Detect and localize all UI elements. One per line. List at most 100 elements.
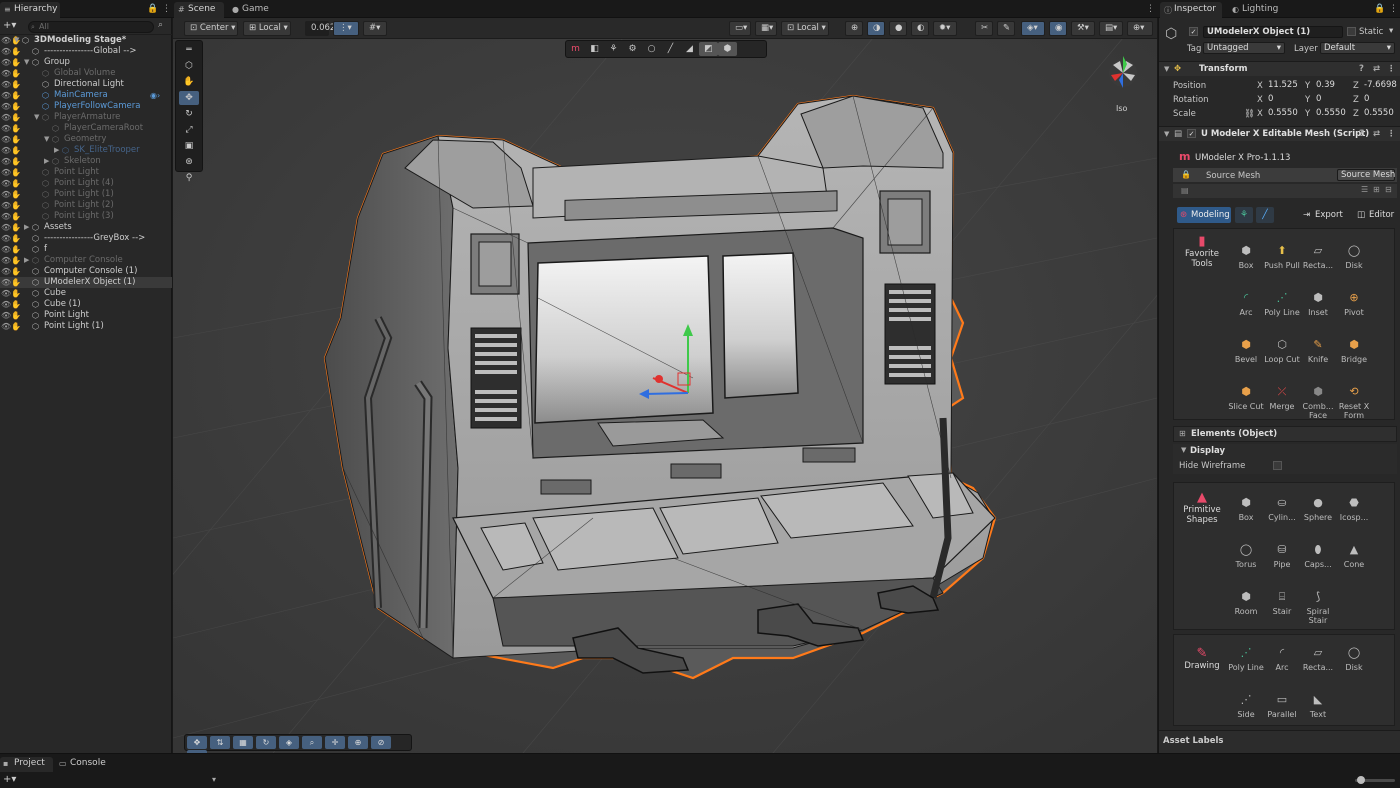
- align-icon[interactable]: ⇅: [210, 736, 230, 749]
- visibility-eye-icon[interactable]: 👁✋: [1, 222, 21, 233]
- tab-game[interactable]: ● Game: [228, 2, 278, 18]
- hierarchy-row[interactable]: 👁✋ ⬡ Cube (1): [0, 299, 172, 310]
- hierarchy-row[interactable]: 👁✋ ▶ ⬡ Assets: [0, 222, 172, 233]
- rect-tool-icon[interactable]: ▣: [179, 139, 199, 153]
- rotation-x-input[interactable]: 0: [1265, 94, 1303, 106]
- scale-tool-icon[interactable]: ⤢: [179, 123, 199, 137]
- visibility-eye-icon[interactable]: 👁✋: [1, 255, 21, 266]
- tool-button[interactable]: ⟆ Spiral Stair: [1300, 589, 1336, 625]
- elements-header[interactable]: ⊞ Elements (Object): [1173, 426, 1397, 442]
- hierarchy-row[interactable]: 👁✋ ▼ ⬡ Group: [0, 57, 172, 68]
- constrain-proportions-icon[interactable]: ⛓: [1244, 109, 1255, 119]
- scene-viewport[interactable]: [173, 18, 1157, 753]
- foldout-arrow-icon[interactable]: ▶: [24, 255, 29, 266]
- tool-button[interactable]: ◜ Arc: [1264, 645, 1300, 672]
- draw-mode-button[interactable]: ▭▾: [729, 21, 751, 36]
- foldout-arrow-icon[interactable]: ▶: [44, 156, 49, 167]
- hierarchy-row[interactable]: 👁✋ ⬡ Point Light (1): [0, 321, 172, 332]
- face-mode-icon[interactable]: ◢: [680, 42, 699, 56]
- foldout-arrow-icon[interactable]: ▼: [34, 112, 39, 123]
- visibility-eye-icon[interactable]: 👁✋: [1, 200, 21, 211]
- visibility-eye-icon[interactable]: 👁✋: [1, 134, 21, 145]
- rotation-y-input[interactable]: 0: [1313, 94, 1351, 106]
- grid-visibility-button[interactable]: #▾: [363, 21, 387, 36]
- export-button[interactable]: ⇥ Export: [1301, 207, 1351, 223]
- custom-tool-icon[interactable]: ⚲: [179, 171, 199, 185]
- hierarchy-row[interactable]: 👁✋ ⬡ Point Light (4): [0, 178, 172, 189]
- disable-icon[interactable]: ⊘: [371, 736, 391, 749]
- scene-view[interactable]: ⊡ Center ▾ ⊞ Local ▾ 0.062 ⋮▾ #▾ ▭▾ ▦▾ ⊡…: [173, 18, 1157, 753]
- tool-button[interactable]: ⛀ Cylin...: [1264, 495, 1300, 522]
- hierarchy-row[interactable]: 👁✋ ⬡ f: [0, 244, 172, 255]
- visibility-eye-icon[interactable]: 👁✋: [1, 233, 21, 244]
- visibility-eye-icon[interactable]: 👁✋: [1, 266, 21, 277]
- hierarchy-row[interactable]: 👁✋ ⬡ Point Light: [0, 310, 172, 321]
- vertex-mode-icon[interactable]: ○: [642, 42, 661, 56]
- pivot-space-dropdown[interactable]: ⊞ Local ▾: [243, 21, 291, 36]
- visibility-eye-icon[interactable]: ◉: [1049, 21, 1067, 36]
- hierarchy-row[interactable]: 👁✋ ▶ ⬡ Skeleton: [0, 156, 172, 167]
- modeling-tab[interactable]: ⊛ Modeling: [1177, 207, 1231, 223]
- visibility-eye-icon[interactable]: 👁✋: [1, 244, 21, 255]
- tool-button[interactable]: ⟲ Reset X Form: [1336, 384, 1372, 420]
- move-icon[interactable]: ✥: [187, 736, 207, 749]
- view-tool-icon[interactable]: ⬡: [179, 59, 199, 73]
- visibility-eye-icon[interactable]: 👁✋: [1, 321, 21, 332]
- foldout-arrow-icon[interactable]: ▼: [44, 134, 49, 145]
- help-icon[interactable]: ?: [1359, 62, 1364, 76]
- tool-button[interactable]: ⬣ Icosp...: [1336, 495, 1372, 522]
- brush-tab[interactable]: ╱: [1256, 207, 1274, 223]
- tool-button[interactable]: ⬢ Inset: [1300, 290, 1336, 317]
- shaded-mode-icon[interactable]: ◑: [867, 21, 885, 36]
- tools-icon[interactable]: ✎: [997, 21, 1015, 36]
- hierarchy-row[interactable]: 👁✋ ▼ ⬡ Geometry: [0, 134, 172, 145]
- hierarchy-row[interactable]: 👁✋ ⬡ ----------------GreyBox -->: [0, 233, 172, 244]
- tool-button[interactable]: ✎ Knife: [1300, 337, 1336, 364]
- layers-icon[interactable]: ◈▾: [1021, 21, 1045, 36]
- right-space-dropdown[interactable]: ⊡ Local ▾: [781, 21, 829, 36]
- tool-button[interactable]: ⬢ Slice Cut: [1228, 384, 1264, 411]
- visibility-eye-icon[interactable]: 👁✋: [1, 101, 21, 112]
- list-view-icon[interactable]: ☰: [1361, 185, 1368, 194]
- hierarchy-row[interactable]: 👁✋ ⬡ Computer Console (1): [0, 266, 172, 277]
- foldout-arrow-icon[interactable]: ▼: [24, 57, 29, 68]
- settings-gear-icon[interactable]: ⚙: [623, 42, 642, 56]
- visibility-eye-icon[interactable]: 👁✋: [1, 299, 21, 310]
- position-z-input[interactable]: -7.6698: [1361, 80, 1399, 92]
- tool-button[interactable]: ◯ Torus: [1228, 542, 1264, 569]
- pivot-mode-dropdown[interactable]: ⊡ Center ▾: [184, 21, 238, 36]
- layers-icon[interactable]: ◈: [279, 736, 299, 749]
- presets-icon[interactable]: ⇄: [1373, 127, 1380, 141]
- tool-button[interactable]: ◜ Arc: [1228, 290, 1264, 317]
- visibility-eye-icon[interactable]: 👁✋: [1, 178, 21, 189]
- script-component-header[interactable]: ▼ ▤ ✓ U Modeler X Editable Mesh (Script)…: [1159, 126, 1400, 141]
- element-mode-icon[interactable]: ◩: [699, 42, 718, 56]
- lit-sphere-icon[interactable]: ●: [889, 21, 907, 36]
- tab-project[interactable]: ▪ Project: [0, 757, 53, 772]
- hierarchy-row[interactable]: 👁✋ ▶ ⬡ Computer Console: [0, 255, 172, 266]
- camera-gizmo-icon[interactable]: ◉›: [150, 90, 160, 101]
- tool-button[interactable]: ▱ Recta...: [1300, 243, 1336, 270]
- static-dropdown-icon[interactable]: ▾: [1389, 26, 1393, 36]
- hierarchy-row[interactable]: 👁✋ ⬡ UModelerX Object (1): [0, 277, 172, 288]
- grid-snap-icon[interactable]: ▦: [233, 736, 253, 749]
- hierarchy-row[interactable]: 👁✋ ⬡ Cube: [0, 288, 172, 299]
- tool-button[interactable]: ⤫ Merge: [1264, 384, 1300, 411]
- tool-button[interactable]: ⋰ Poly Line: [1264, 290, 1300, 317]
- lock-icon[interactable]: 🔒: [147, 4, 158, 14]
- component-enabled-checkbox[interactable]: ✓: [1187, 129, 1196, 138]
- visibility-eye-icon[interactable]: 👁✋: [1, 68, 21, 79]
- umodeler-logo-icon[interactable]: m: [566, 42, 585, 56]
- object-select-icon[interactable]: ⬢: [718, 42, 737, 56]
- tool-button[interactable]: ⬢ Bevel: [1228, 337, 1264, 364]
- context-menu-icon[interactable]: ⋮: [1387, 127, 1396, 141]
- scene-settings-icon[interactable]: ⊕▾: [1127, 21, 1153, 36]
- hierarchy-row[interactable]: 👁✋ ⬡ ----------------Global -->: [0, 46, 172, 57]
- tool-button[interactable]: ▱ Recta...: [1300, 645, 1336, 672]
- effects-icon[interactable]: ✂: [975, 21, 993, 36]
- tag-dropdown[interactable]: Untagged ▾: [1203, 42, 1285, 54]
- tool-button[interactable]: ◯ Disk: [1336, 243, 1372, 270]
- visibility-eye-icon[interactable]: 👁✋: [1, 90, 21, 101]
- more-menu-icon[interactable]: ⋮: [162, 4, 171, 14]
- rotate-icon[interactable]: ↻: [256, 736, 276, 749]
